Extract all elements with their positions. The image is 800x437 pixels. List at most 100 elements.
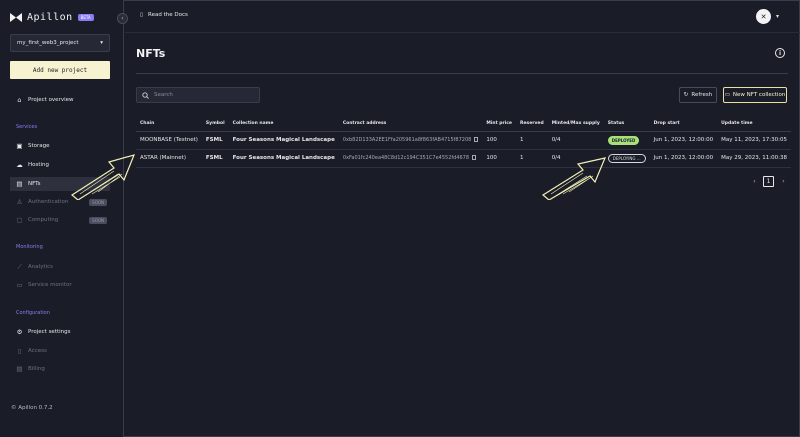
cell-status: DEPLOYED (603, 131, 650, 150)
section-configuration: Configuration (16, 310, 50, 316)
sidebar-item-label: Hosting (28, 162, 50, 168)
topbar: ▯ Read the Docs (125, 0, 800, 32)
cloud-icon: ☁ (16, 161, 23, 169)
beta-badge: BETA (77, 14, 94, 21)
apillon-logo[interactable]: Apillon BETA (10, 12, 94, 23)
document-icon: ▯ (140, 12, 144, 18)
sidebar-item-billing: ▤ Billing (10, 362, 110, 376)
cell-mint-price: 100 (482, 149, 516, 168)
cell-drop-start: Jun 1, 2023, 12:00:00 (649, 131, 718, 150)
column-header[interactable]: Minted/Max supply (547, 117, 604, 132)
add-new-project-button[interactable]: Add new project (10, 61, 110, 79)
column-header[interactable]: Contract address (338, 117, 483, 132)
nft-collections-table: Chain Symbol Collection name Contract ad… (136, 117, 791, 168)
topbar-divider (125, 32, 800, 33)
chart-icon: ⟋ (17, 262, 22, 271)
cell-mint-price: 100 (482, 131, 516, 150)
cell-update-time: May 29, 2023, 11:00:38 (717, 149, 791, 168)
title-divider (136, 73, 788, 74)
soon-badge: SOON (89, 216, 107, 224)
refresh-button[interactable]: ↻ Refresh (679, 87, 717, 103)
column-header[interactable]: Drop start (649, 117, 718, 132)
user-icon: ♙ (16, 198, 23, 206)
sidebar-item-label: NFTs (28, 181, 41, 187)
sidebar-item-analytics: ⟋ Analytics (10, 260, 110, 274)
cell-contract-address: 0xFa01fc240ea48C8d12c194C351C7e4552fd467… (338, 149, 483, 168)
section-services: Services (16, 124, 38, 130)
column-header[interactable]: Mint price (482, 117, 516, 132)
sidebar-item-label: Billing (28, 366, 45, 372)
refresh-label: Refresh (691, 92, 713, 98)
cell-drop-start: Jun 1, 2023, 12:00:00 (649, 149, 718, 168)
chip-icon: ▢ (16, 216, 23, 224)
column-header[interactable]: Collection name (228, 117, 339, 132)
sidebar-item-label: Project overview (28, 97, 74, 103)
soon-badge: SOON (89, 198, 107, 206)
monitor-icon: ▭ (16, 281, 23, 289)
cell-collection-name: Four Seasons Magical Landscape (228, 149, 339, 168)
status-badge: DEPLOYING ... (607, 153, 646, 163)
table-row[interactable]: ASTAR (Mainnet) FSML Four Seasons Magica… (136, 149, 791, 168)
sidebar-item-project-overview[interactable]: ⌂ Project overview (10, 93, 110, 107)
cell-contract-address: 0xb82D133A2EE1Ffa205961a8f863fAB4715f872… (338, 131, 483, 150)
cell-symbol: FSML (201, 149, 229, 168)
sidebar-item-label: Authentication (28, 199, 69, 205)
gear-icon: ⚙ (16, 328, 23, 336)
receipt-icon: ▤ (16, 365, 23, 373)
read-the-docs-link[interactable]: ▯ Read the Docs (140, 12, 188, 18)
sidebar-item-label: Service monitor (28, 282, 72, 288)
status-badge: DEPLOYED (607, 135, 640, 145)
cell-minted: 0/4 (547, 149, 604, 168)
search-box[interactable] (136, 87, 260, 103)
sidebar-item-service-monitor: ▭ Service monitor (10, 278, 110, 292)
pagination-prev-button[interactable]: ‹ (749, 176, 760, 187)
sidebar-item-nfts[interactable]: ▤ NFTs (10, 177, 110, 191)
avatar[interactable]: ✕ (756, 9, 771, 24)
pagination-page-button[interactable]: 1 (763, 176, 774, 187)
project-select[interactable]: my_first_web3_project ▾ (10, 34, 110, 52)
storage-icon: ▣ (16, 142, 23, 150)
cell-status: DEPLOYING ... (603, 149, 650, 168)
app-name: Apillon (27, 12, 73, 23)
pagination-next-button[interactable]: › (778, 176, 789, 187)
sidebar-item-hosting[interactable]: ☁ Hosting (10, 158, 110, 172)
column-header[interactable]: Update time (717, 117, 791, 132)
chevron-down-icon[interactable]: ▾ (776, 13, 779, 20)
collapse-sidebar-button[interactable]: ‹ (117, 13, 128, 24)
table-row[interactable]: MOONBASE (Testnet) FSML Four Seasons Mag… (136, 131, 791, 150)
new-collection-label: New NFT collection (732, 92, 786, 98)
cell-reserved: 1 (516, 149, 548, 168)
page-title: NFTs (136, 47, 166, 60)
column-header[interactable]: Reserved (516, 117, 548, 132)
cell-chain: MOONBASE (Testnet) (136, 131, 202, 150)
sidebar-item-label: Project settings (28, 329, 71, 335)
docs-label: Read the Docs (148, 12, 188, 18)
cell-update-time: May 11, 2023, 17:30:05 (717, 131, 791, 150)
cell-reserved: 1 (516, 131, 548, 150)
contract-address-text: 0xb82D133A2EE1Ffa205961a8f863fAB4715f872… (342, 137, 472, 143)
copy-icon[interactable] (472, 155, 477, 160)
column-header[interactable]: Chain (136, 117, 202, 132)
cell-collection-name: Four Seasons Magical Landscape (228, 131, 339, 150)
table-header-row: Chain Symbol Collection name Contract ad… (136, 117, 791, 132)
copy-icon[interactable] (474, 137, 479, 142)
sidebar-item-label: Access (28, 348, 47, 354)
sidebar-item-storage[interactable]: ▣ Storage (10, 139, 110, 153)
sidebar-item-label: Analytics (28, 264, 53, 270)
project-name: my_first_web3_project (17, 40, 79, 46)
sidebar: Apillon BETA my_first_web3_project ▾ Add… (0, 0, 124, 437)
info-icon[interactable]: i (775, 48, 785, 58)
nft-icon: ▤ (16, 180, 23, 188)
logo-icon (10, 13, 22, 22)
sidebar-item-project-settings[interactable]: ⚙ Project settings (10, 325, 110, 339)
column-header[interactable]: Symbol (201, 117, 229, 132)
column-header[interactable]: Status (603, 117, 650, 132)
folder-plus-icon: ▭ (724, 92, 730, 98)
refresh-icon: ↻ (683, 92, 689, 98)
sidebar-item-label: Computing (28, 217, 59, 223)
cell-symbol: FSML (201, 131, 229, 150)
search-input[interactable] (154, 92, 254, 98)
contract-address-text: 0xFa01fc240ea48C8d12c194C351C7e4552fd467… (342, 155, 470, 161)
chevron-down-icon: ▾ (100, 40, 103, 46)
new-nft-collection-button[interactable]: ▭ New NFT collection (723, 87, 787, 103)
